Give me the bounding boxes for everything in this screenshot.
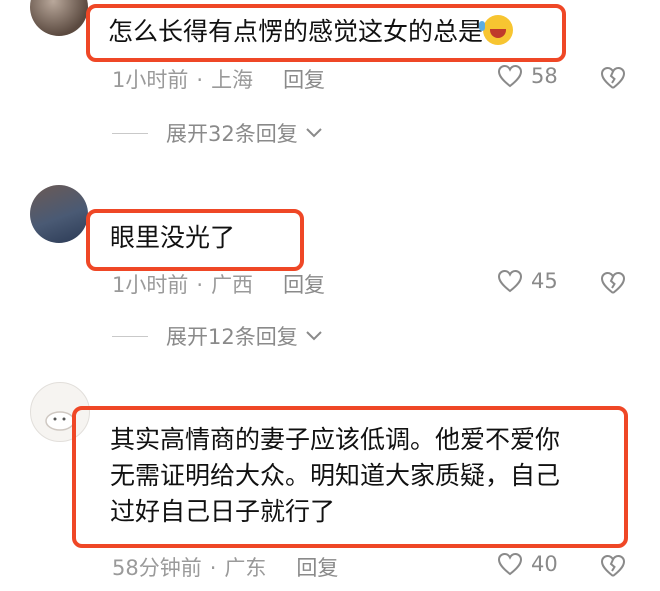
comment-location: 上海 bbox=[211, 68, 254, 92]
comment-text-line: 其实高情商的妻子应该低调。他爱不爱你 bbox=[110, 425, 561, 454]
comment-location: 广西 bbox=[211, 273, 254, 297]
divider bbox=[112, 132, 148, 134]
comment-time: 1小时前 bbox=[112, 273, 189, 297]
broken-heart-icon bbox=[600, 66, 626, 89]
meta-separator: · bbox=[196, 273, 204, 297]
comment-text: 眼里没光了 bbox=[110, 223, 236, 252]
comment-text: 其实高情商的妻子应该低调。他爱不爱你 无需证明给大众。明知道大家质疑，自己 过好… bbox=[110, 422, 560, 530]
expand-replies-button[interactable]: 展开12条回复 bbox=[112, 321, 324, 351]
like-button[interactable]: 58 bbox=[497, 64, 558, 88]
like-count: 40 bbox=[531, 552, 558, 576]
comment-item: 眼里没光了 1小时前 · 广西 回复 45 展开12条回复 bbox=[0, 185, 660, 355]
dislike-button[interactable] bbox=[600, 271, 626, 299]
broken-heart-icon bbox=[600, 554, 626, 577]
comment-meta: 58分钟前 · 广东 回复 bbox=[112, 552, 338, 582]
comment-text-line: 无需证明给大众。明知道大家质疑，自己 bbox=[110, 461, 561, 490]
heart-icon bbox=[497, 269, 523, 293]
rofl-emoji-icon bbox=[479, 15, 514, 45]
heart-icon bbox=[497, 552, 523, 576]
expand-replies-label: 展开32条回复 bbox=[166, 122, 298, 146]
heart-icon bbox=[497, 64, 523, 88]
comment-time: 58分钟前 bbox=[112, 556, 202, 580]
reply-button[interactable]: 回复 bbox=[283, 68, 325, 92]
meta-separator: · bbox=[209, 556, 217, 580]
comment-text-content: 怎么长得有点愣的感觉这女的总是 bbox=[108, 17, 484, 46]
comment-location: 广东 bbox=[224, 556, 267, 580]
expand-replies-button[interactable]: 展开32条回复 bbox=[112, 118, 324, 148]
avatar[interactable] bbox=[30, 0, 88, 36]
divider bbox=[112, 335, 148, 337]
reply-button[interactable]: 回复 bbox=[296, 556, 338, 580]
like-count: 58 bbox=[531, 64, 558, 88]
comment-item: 怎么长得有点愣的感觉这女的总是 1小时前 · 上海 回复 58 展开32条回复 bbox=[0, 0, 660, 170]
dislike-button[interactable] bbox=[600, 66, 626, 94]
dislike-button[interactable] bbox=[600, 554, 626, 582]
comment-meta: 1小时前 · 广西 回复 bbox=[112, 269, 325, 299]
reply-button[interactable]: 回复 bbox=[283, 273, 325, 297]
like-button[interactable]: 45 bbox=[497, 269, 558, 293]
broken-heart-icon bbox=[600, 271, 626, 294]
avatar[interactable] bbox=[30, 185, 88, 243]
comment-meta: 1小时前 · 上海 回复 bbox=[112, 64, 325, 94]
chevron-down-icon bbox=[306, 331, 322, 341]
like-button[interactable]: 40 bbox=[497, 552, 558, 576]
chevron-down-icon bbox=[306, 128, 322, 138]
meta-separator: · bbox=[196, 68, 204, 92]
comment-time: 1小时前 bbox=[112, 68, 189, 92]
comment-text-line: 过好自己日子就行了 bbox=[110, 497, 336, 526]
like-count: 45 bbox=[531, 269, 558, 293]
comment-item: 其实高情商的妻子应该低调。他爱不爱你 无需证明给大众。明知道大家质疑，自己 过好… bbox=[0, 380, 660, 591]
expand-replies-label: 展开12条回复 bbox=[166, 325, 298, 349]
comment-text: 怎么长得有点愣的感觉这女的总是 bbox=[108, 14, 514, 50]
